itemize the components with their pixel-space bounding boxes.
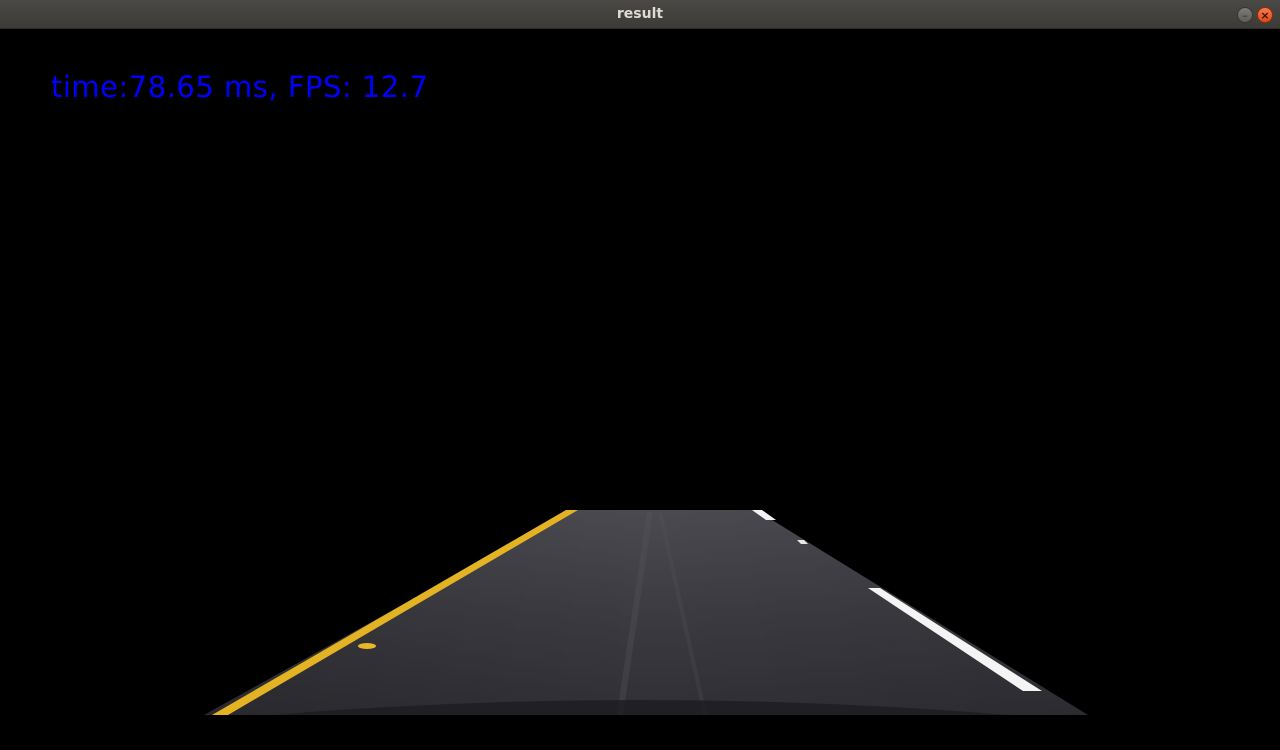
title-bar[interactable]: result – × (0, 0, 1280, 29)
minimize-button[interactable]: – (1237, 7, 1253, 23)
window-title: result (616, 6, 664, 22)
close-icon: × (1260, 9, 1270, 22)
app-window: result – × time:78.65 ms, FPS: 12.7 (0, 0, 1280, 750)
yellow-road-marker (358, 643, 376, 649)
road-view-image (204, 510, 1088, 716)
minimize-icon: – (1242, 9, 1248, 22)
result-image-canvas: time:78.65 ms, FPS: 12.7 (0, 29, 1280, 750)
close-button[interactable]: × (1257, 7, 1273, 23)
timing-overlay-text: time:78.65 ms, FPS: 12.7 (51, 70, 429, 104)
